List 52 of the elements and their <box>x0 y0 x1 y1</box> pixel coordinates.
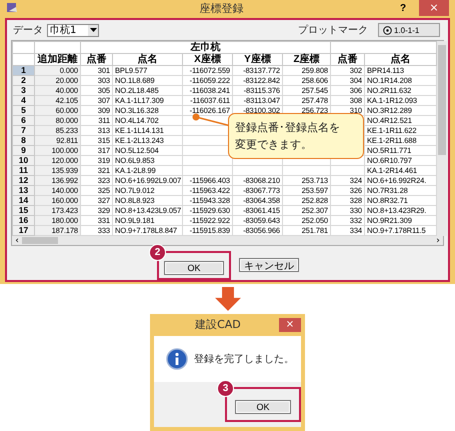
row-header[interactable]: 2 <box>12 76 34 86</box>
plot-mark-label: プロットマーク <box>298 24 368 37</box>
row-header[interactable]: 8 <box>12 136 34 146</box>
app-icon <box>6 2 18 14</box>
down-arrow-icon <box>214 286 240 311</box>
row-header[interactable]: 5 <box>12 106 34 116</box>
dropdown-arrow-icon <box>90 28 96 32</box>
callout-text: 変更できます。 <box>235 137 313 153</box>
row-header[interactable]: 10 <box>12 156 34 166</box>
plot-mark-button[interactable]: 1.0-1-1 <box>378 23 440 37</box>
row-header[interactable]: 9 <box>12 146 34 156</box>
close-button[interactable]: × <box>278 318 301 332</box>
row-header[interactable]: 4 <box>12 96 34 106</box>
row-header[interactable]: 12 <box>12 176 34 186</box>
target-icon <box>383 26 392 34</box>
ok-button[interactable]: OK <box>164 260 224 274</box>
row-header[interactable]: 6 <box>12 116 34 126</box>
scrollbar-thumb[interactable] <box>22 237 58 244</box>
row-header[interactable]: 1 <box>12 66 34 76</box>
column-header[interactable]: X座標 <box>182 54 232 66</box>
ok-button[interactable]: OK <box>235 400 291 414</box>
help-button[interactable]: ? <box>395 2 411 14</box>
vertical-scrollbar[interactable] <box>437 41 447 236</box>
info-icon <box>166 348 188 370</box>
row-header[interactable]: 17 <box>12 226 34 236</box>
cancel-button[interactable]: キャンセル <box>239 258 299 272</box>
horizontal-scrollbar[interactable]: ‹ › <box>12 236 443 245</box>
column-header[interactable]: 追加距離 <box>34 54 80 66</box>
row-header[interactable]: 11 <box>12 166 34 176</box>
data-dropdown[interactable]: 巾杭1 <box>47 24 99 36</box>
window-title: 建設CAD <box>194 317 241 332</box>
column-header[interactable]: 点番 <box>80 54 112 66</box>
column-header[interactable]: 点名 <box>112 54 182 66</box>
close-button[interactable]: × <box>419 0 449 16</box>
row-header[interactable]: 3 <box>12 86 34 96</box>
column-header[interactable]: 点名 <box>364 54 436 66</box>
row-header[interactable]: 15 <box>12 206 34 216</box>
message-text: 登録を完了しました。 <box>194 352 294 366</box>
column-header[interactable]: Z座標 <box>282 54 330 66</box>
row-header[interactable]: 13 <box>12 186 34 196</box>
callout-text: 登録点番･登録点名を <box>235 120 341 136</box>
scroll-right-arrow[interactable]: › <box>433 236 443 246</box>
scrollbar-thumb[interactable] <box>438 45 446 155</box>
column-group-header: 左巾杭 <box>80 42 330 54</box>
row-header[interactable]: 14 <box>12 196 34 206</box>
column-header[interactable]: Y座標 <box>232 54 282 66</box>
window-title: 座標登録 <box>198 0 244 16</box>
data-label: データ <box>13 24 43 37</box>
row-header[interactable]: 7 <box>12 126 34 136</box>
column-header[interactable]: 点番 <box>330 54 364 66</box>
row-header[interactable]: 16 <box>12 216 34 226</box>
scroll-left-arrow[interactable]: ‹ <box>12 236 22 246</box>
